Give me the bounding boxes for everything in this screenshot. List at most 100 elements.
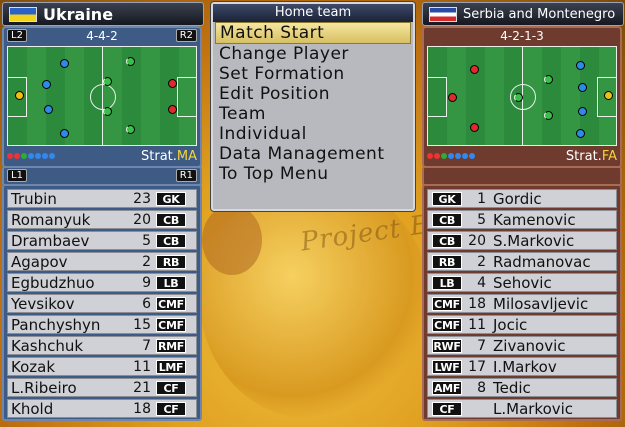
menu-item-to-top-menu[interactable]: To Top Menu (213, 164, 413, 184)
home-team-name: Ukraine (43, 4, 114, 24)
player-row[interactable]: CMF 18 Milosavljevic (427, 294, 617, 313)
home-formation: 4-4-2 (86, 29, 118, 43)
player-number: 23 (133, 190, 151, 207)
player-name: Jocic (493, 315, 528, 334)
player-number: 8 (477, 379, 486, 396)
player-marker (576, 129, 585, 138)
player-position-badge: CMF (432, 317, 462, 332)
player-row[interactable]: RB 2 Radmanovac (427, 252, 617, 271)
player-number: 20 (133, 211, 151, 228)
player-name: Tedic (493, 378, 531, 397)
player-name: Drambaev (11, 231, 90, 250)
player-position-badge: CF (156, 401, 186, 416)
player-marker (578, 83, 587, 92)
menu-title: Home team (213, 4, 413, 22)
away-strategy: Strat.FA (565, 148, 617, 164)
l1-button[interactable]: L1 (7, 169, 27, 182)
player-row[interactable]: Agapov 2 RB (7, 252, 197, 271)
player-name: I.Markov (493, 357, 557, 376)
player-marker (544, 111, 553, 120)
player-position-badge: CMF (156, 317, 186, 332)
menu-item-match-start[interactable]: Match Start (215, 22, 411, 44)
player-name: Radmanovac (493, 252, 591, 271)
player-name: Milosavljevic (493, 294, 589, 313)
away-roster-header (422, 166, 622, 186)
player-row[interactable]: AMF 8 Tedic (427, 378, 617, 397)
serbia-montenegro-flag-icon (429, 6, 457, 22)
player-row[interactable]: GK 1 Gordic (427, 189, 617, 208)
player-number: 18 (133, 400, 151, 417)
player-name: Yevsikov (11, 294, 75, 313)
player-name: Zivanovic (493, 336, 566, 355)
player-number: 9 (142, 274, 151, 291)
home-formation-panel[interactable]: L2 4-4-2 R2 Strat.MA (2, 26, 202, 168)
player-row[interactable]: CMF 11 Jocic (427, 315, 617, 334)
home-team-header: Ukraine (2, 2, 204, 26)
player-position-badge: GK (432, 191, 462, 206)
player-number: 1 (477, 190, 486, 207)
player-row[interactable]: LB 4 Sehovic (427, 273, 617, 292)
player-number: 5 (477, 211, 486, 228)
player-number: 6 (142, 295, 151, 312)
player-row[interactable]: Romanyuk 20 CB (7, 210, 197, 229)
r1-button[interactable]: R1 (175, 169, 197, 182)
player-marker (576, 61, 585, 70)
player-row[interactable]: LWF 17 I.Markov (427, 357, 617, 376)
home-pitch (7, 46, 197, 146)
player-position-badge: CMF (156, 296, 186, 311)
menu-item-set-formation[interactable]: Set Formation (213, 64, 413, 84)
menu-item-data-management[interactable]: Data Management (213, 144, 413, 164)
l2-button[interactable]: L2 (7, 29, 27, 42)
player-number: 20 (468, 232, 486, 249)
player-name: Romanyuk (11, 210, 91, 229)
player-row[interactable]: Panchyshyn 15 CMF (7, 315, 197, 334)
player-position-badge: LWF (432, 359, 462, 374)
player-name: Trubin (11, 189, 57, 208)
player-row[interactable]: Kozak 11 LMF (7, 357, 197, 376)
player-position-badge: LB (156, 275, 186, 290)
player-position-badge: LB (432, 275, 462, 290)
player-name: Gordic (493, 189, 542, 208)
player-position-badge: RB (156, 254, 186, 269)
player-name: Panchyshyn (11, 315, 101, 334)
r2-button[interactable]: R2 (175, 29, 197, 42)
player-row[interactable]: Khold 18 CF (7, 399, 197, 418)
player-position-badge: RWF (432, 338, 462, 353)
player-marker (44, 105, 53, 114)
player-row[interactable]: CB 5 Kamenovic (427, 210, 617, 229)
player-row[interactable]: L.Ribeiro 21 CF (7, 378, 197, 397)
player-name: Kashchuk (11, 336, 84, 355)
player-marker (470, 123, 479, 132)
menu-item-individual[interactable]: Individual (213, 124, 413, 144)
player-name: Khold (11, 399, 54, 418)
player-marker (168, 79, 177, 88)
player-marker (126, 125, 135, 134)
player-number: 2 (142, 253, 151, 270)
player-row[interactable]: CB 20 S.Markovic (427, 231, 617, 250)
player-row[interactable]: CF L.Markovic (427, 399, 617, 418)
player-row[interactable]: Trubin 23 GK (7, 189, 197, 208)
menu-item-edit-position[interactable]: Edit Position (213, 84, 413, 104)
player-row[interactable]: Drambaev 5 CB (7, 231, 197, 250)
player-position-badge: RB (432, 254, 462, 269)
menu-item-team[interactable]: Team (213, 104, 413, 124)
ukraine-flag-icon (9, 6, 37, 22)
player-marker (60, 59, 69, 68)
player-row[interactable]: Kashchuk 7 RMF (7, 336, 197, 355)
player-number: 15 (133, 316, 151, 333)
away-formation: 4-2-1-3 (500, 29, 544, 43)
player-number: 4 (477, 274, 486, 291)
player-position-badge: CB (432, 212, 462, 227)
player-marker (544, 75, 553, 84)
player-name: Agapov (11, 252, 68, 271)
background-ball-shadow (202, 205, 262, 275)
player-marker (103, 107, 112, 116)
player-name: Kozak (11, 357, 56, 376)
home-roster: Trubin 23 GK Romanyuk 20 CB Drambaev 5 CB Agapov 2… (2, 184, 202, 421)
player-row[interactable]: Egbudzhuo 9 LB (7, 273, 197, 292)
away-team-header: Serbia and Montenegro (422, 2, 624, 26)
player-row[interactable]: Yevsikov 6 CMF (7, 294, 197, 313)
player-row[interactable]: RWF 7 Zivanovic (427, 336, 617, 355)
menu-item-change-player[interactable]: Change Player (213, 44, 413, 64)
away-formation-panel: 4-2-1-3 Strat.FA (422, 26, 622, 168)
